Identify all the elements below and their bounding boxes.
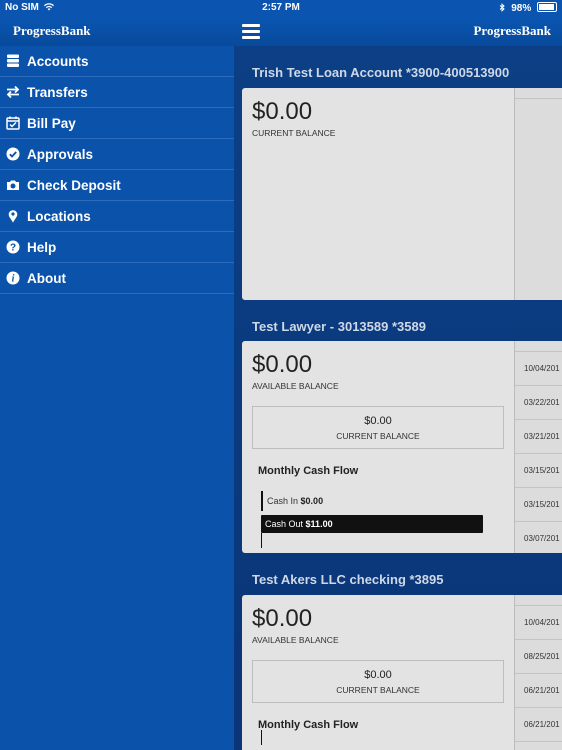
sidebar-item-transfers[interactable]: Transfers <box>0 77 234 108</box>
sidebar-item-help[interactable]: ? Help <box>0 232 234 263</box>
sidebar-item-label: Approvals <box>27 147 94 162</box>
sidebar-item-label: About <box>27 271 66 286</box>
current-balance-box: $0.00 CURRENT BALANCE <box>252 406 504 449</box>
available-balance-amount: $0.00 <box>252 351 313 378</box>
sidebar-item-approvals[interactable]: Approvals <box>0 139 234 170</box>
current-balance-label: CURRENT BALANCE <box>336 685 420 695</box>
sidebar-item-bill-pay[interactable]: Bill Pay <box>0 108 234 139</box>
bank-logo-left: ProgressBank <box>13 23 91 38</box>
transactions-header <box>515 88 562 99</box>
transaction-date[interactable]: 03/15/201 <box>515 488 562 522</box>
battery-status: 98% <box>499 2 557 14</box>
transaction-date[interactable]: 03/22/201 <box>515 386 562 420</box>
cash-out-label: Cash Out <box>265 519 304 529</box>
account-card[interactable]: $0.00 AVAILABLE BALANCE $0.00 CURRENT BA… <box>242 341 562 553</box>
account-card[interactable]: $0.00 CURRENT BALANCE <box>242 88 562 300</box>
transfers-icon <box>6 85 20 99</box>
check-circle-icon <box>6 147 20 161</box>
location-pin-icon <box>8 210 18 223</box>
account-title[interactable]: Trish Test Loan Account *3900-400513900 <box>252 65 509 80</box>
battery-icon <box>537 2 557 12</box>
info-circle-icon: i <box>6 271 20 285</box>
monthly-cash-flow-title: Monthly Cash Flow <box>258 719 359 731</box>
transactions-header <box>515 341 562 352</box>
sidebar-item-label: Transfers <box>27 85 88 100</box>
bluetooth-icon <box>500 3 506 12</box>
sidebar-item-label: Help <box>27 240 57 255</box>
sidebar-item-label: Check Deposit <box>27 178 121 193</box>
account-title[interactable]: Test Akers LLC checking *3895 <box>252 572 443 587</box>
transactions-column <box>514 88 562 300</box>
current-balance-label: CURRENT BALANCE <box>252 128 336 138</box>
cash-in-value: $0.00 <box>300 496 324 506</box>
current-balance-amount: $0.00 <box>252 98 313 125</box>
cash-out-value: $11.00 <box>305 519 333 529</box>
current-balance-box: $0.00 CURRENT BALANCE <box>252 660 504 703</box>
camera-icon <box>7 180 19 190</box>
cash-in-label: Cash In <box>267 496 299 506</box>
transaction-date[interactable]: 03/21/201 <box>515 420 562 454</box>
transactions-column: 10/04/201 08/25/201 06/21/201 06/21/201 <box>514 595 562 750</box>
current-balance-amount: $0.00 <box>364 669 392 681</box>
sidebar-menu: Accounts Transfers Bill Pay Approvals Ch… <box>0 46 234 750</box>
svg-text:?: ? <box>10 243 16 254</box>
transaction-date[interactable]: 06/21/201 <box>515 708 562 742</box>
current-balance-amount: $0.00 <box>364 415 392 427</box>
sidebar-item-label: Locations <box>27 209 91 224</box>
current-balance-label: CURRENT BALANCE <box>336 431 420 441</box>
transaction-date[interactable]: 03/07/201 <box>515 522 562 553</box>
hamburger-menu-button[interactable] <box>242 22 260 40</box>
sidebar-item-label: Accounts <box>27 54 89 69</box>
clock: 2:57 PM <box>262 2 300 13</box>
transaction-date[interactable]: 10/04/201 <box>515 606 562 640</box>
svg-text:i: i <box>12 274 15 285</box>
calendar-check-icon <box>6 116 20 130</box>
transaction-date[interactable]: 03/15/201 <box>515 454 562 488</box>
app-header: ProgressBank ProgressBank <box>0 16 562 46</box>
transaction-date[interactable]: 08/25/201 <box>515 640 562 674</box>
cash-flow-axis <box>261 533 262 548</box>
account-title[interactable]: Test Lawyer - 3013589 *3589 <box>252 319 426 334</box>
monthly-cash-flow-title: Monthly Cash Flow <box>258 465 359 477</box>
cash-flow-axis <box>261 730 262 745</box>
accounts-icon <box>7 54 19 67</box>
accounts-panel: Trish Test Loan Account *3900-400513900 … <box>234 46 562 750</box>
available-balance-label: AVAILABLE BALANCE <box>252 635 339 645</box>
transactions-header <box>515 595 562 606</box>
transactions-column: 10/04/201 03/22/201 03/21/201 03/15/201 … <box>514 341 562 553</box>
sidebar-item-label: Bill Pay <box>27 116 76 131</box>
cash-in-bar: Cash In $0.00 <box>261 491 323 511</box>
bank-logo-right: ProgressBank <box>473 23 551 38</box>
sidebar-item-accounts[interactable]: Accounts <box>0 46 234 77</box>
status-bar: No SIM 2:57 PM 98% <box>0 0 562 16</box>
transaction-date[interactable]: 10/04/201 <box>515 352 562 386</box>
cash-out-bar: Cash Out $11.00 <box>261 515 483 533</box>
sidebar-item-locations[interactable]: Locations <box>0 201 234 232</box>
available-balance-label: AVAILABLE BALANCE <box>252 381 339 391</box>
question-circle-icon: ? <box>6 240 20 254</box>
available-balance-amount: $0.00 <box>252 605 313 632</box>
sidebar-item-check-deposit[interactable]: Check Deposit <box>0 170 234 201</box>
account-card[interactable]: $0.00 AVAILABLE BALANCE $0.00 CURRENT BA… <box>242 595 562 750</box>
transaction-date[interactable]: 06/21/201 <box>515 674 562 708</box>
sidebar-item-about[interactable]: i About <box>0 263 234 294</box>
